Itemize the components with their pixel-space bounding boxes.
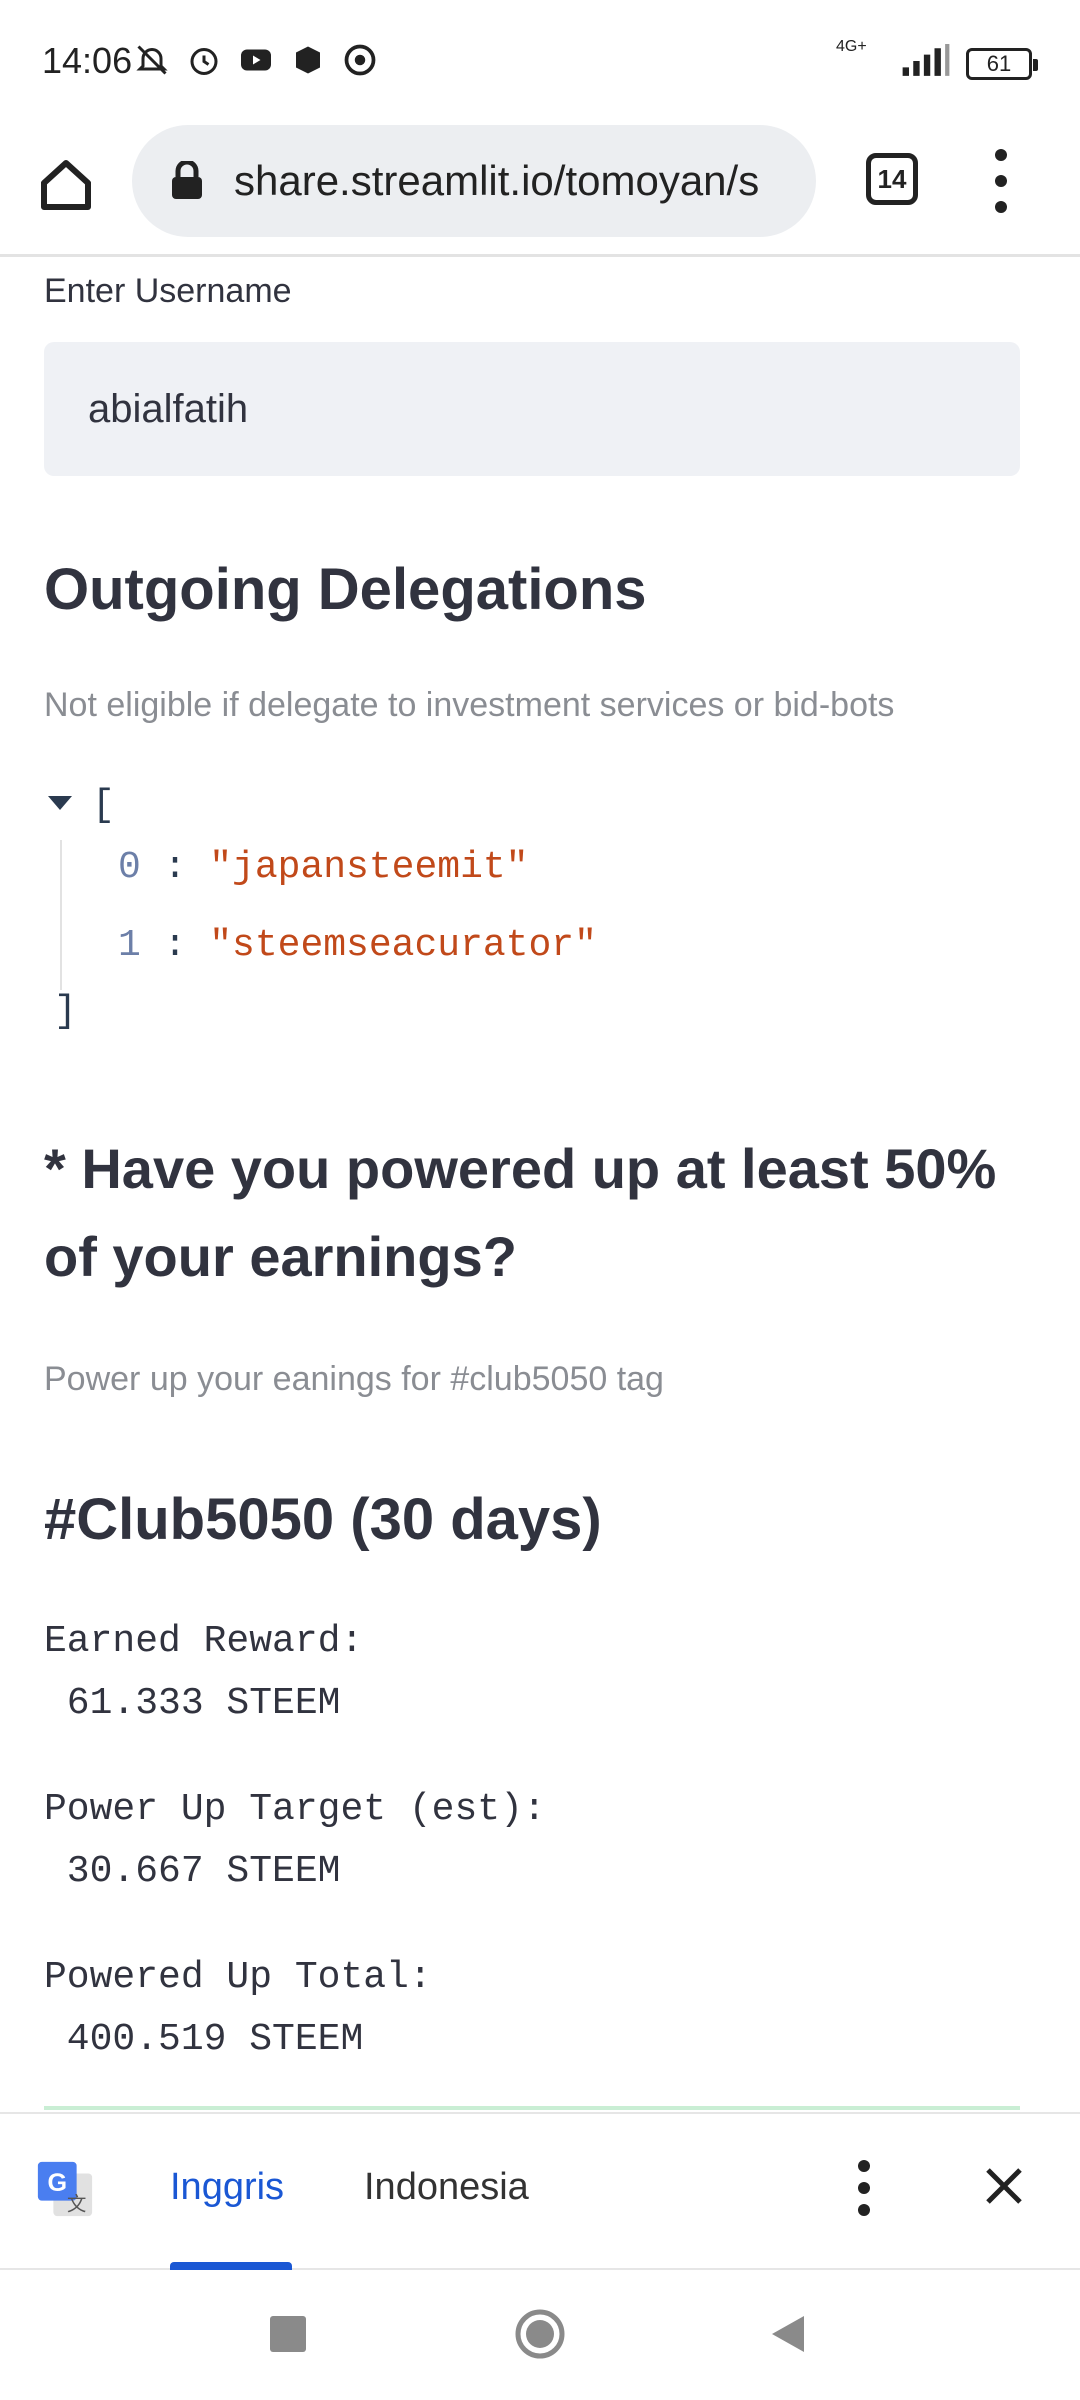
system-indicators: 4G+ 61 xyxy=(836,38,1038,83)
battery-icon: 61 xyxy=(966,47,1038,80)
svg-text:文: 文 xyxy=(67,2192,86,2215)
username-label: Enter Username xyxy=(44,272,292,310)
stat-label-target: Power Up Target (est): xyxy=(44,1788,546,1831)
youtube-icon xyxy=(238,42,274,78)
alarm-icon xyxy=(186,42,222,78)
browser-toolbar: share.streamlit.io/tomoyan/s 14 xyxy=(0,125,1080,257)
svg-text:G: G xyxy=(47,2169,67,2197)
close-icon[interactable] xyxy=(980,2162,1028,2210)
back-button[interactable] xyxy=(768,2312,808,2356)
signal-icon xyxy=(900,44,952,83)
url-text: share.streamlit.io/tomoyan/s xyxy=(234,157,760,204)
delegations-heading: Outgoing Delegations xyxy=(44,557,647,622)
network-type: 4G+ xyxy=(836,38,867,55)
json-item: 1 : "steemseacurator" xyxy=(118,924,597,967)
page-content: Enter Username abialfatih Outgoing Deleg… xyxy=(0,260,1080,2110)
browser-menu-icon[interactable] xyxy=(986,149,1016,213)
json-open-bracket: [ xyxy=(92,784,115,827)
status-time: 14:06 xyxy=(42,40,133,81)
tab-source-language[interactable]: Inggris xyxy=(170,2166,284,2209)
chrome-icon xyxy=(342,42,378,78)
google-translate-icon: G 文 xyxy=(34,2158,96,2220)
active-tab-indicator xyxy=(170,2262,292,2270)
tab-target-language[interactable]: Indonesia xyxy=(364,2166,529,2209)
powerup-heading-line1: * Have you powered up at least 50% xyxy=(44,1137,997,1200)
translate-bar: G 文 Inggris Indonesia xyxy=(0,2112,1080,2270)
success-banner-edge xyxy=(44,2106,1020,2110)
stat-label-earned: Earned Reward: xyxy=(44,1620,364,1663)
json-guide-line xyxy=(60,840,62,990)
club-heading: #Club5050 (30 days) xyxy=(44,1487,602,1552)
json-close-bracket: ] xyxy=(54,990,77,1033)
notification-icons xyxy=(134,42,378,78)
tab-switcher-button[interactable]: 14 xyxy=(866,153,918,205)
address-bar[interactable]: share.streamlit.io/tomoyan/s xyxy=(132,125,816,237)
json-viewer: [ 0 : "japansteemit" 1 : "steemseacurato… xyxy=(44,784,944,1050)
lock-icon xyxy=(170,159,204,201)
app-icon xyxy=(290,42,326,78)
stat-value-powered: 400.519 STEEM xyxy=(44,2018,364,2061)
mute-icon xyxy=(134,42,170,78)
powerup-heading-line2: of your earnings? xyxy=(44,1225,517,1288)
powerup-caption: Power up your eanings for #club5050 tag xyxy=(44,1360,664,1398)
nav-home-button[interactable] xyxy=(514,2308,566,2360)
status-bar: 14:06 4G+ 61 xyxy=(0,0,1080,125)
stat-value-earned: 61.333 STEEM xyxy=(44,1682,341,1725)
username-input[interactable]: abialfatih xyxy=(44,342,1020,476)
delegations-caption: Not eligible if delegate to investment s… xyxy=(44,686,895,724)
system-nav-bar xyxy=(0,2272,1080,2400)
recents-button[interactable] xyxy=(270,2316,306,2352)
stat-value-target: 30.667 STEEM xyxy=(44,1850,341,1893)
stat-label-powered: Powered Up Total: xyxy=(44,1956,432,1999)
json-item: 0 : "japansteemit" xyxy=(118,846,529,889)
collapse-toggle-icon[interactable] xyxy=(48,796,72,810)
home-icon[interactable] xyxy=(36,155,96,215)
translate-menu-icon[interactable] xyxy=(852,2160,876,2216)
